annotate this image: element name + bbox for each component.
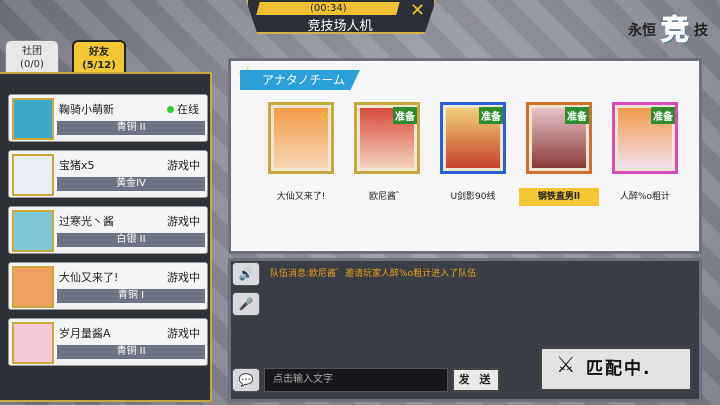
microphone-icon[interactable]: 🎤 <box>232 292 260 316</box>
crossed-swords-icon: ✕ <box>410 0 426 21</box>
online-dot-icon <box>167 106 174 113</box>
ready-badge: 准备 <box>565 107 589 124</box>
team-member-name: 钢铁直男ll <box>519 188 599 206</box>
friend-rank: 白银 II <box>57 233 205 247</box>
friend-item[interactable]: 大仙又来了! 游戏中 青铜 I <box>8 262 208 310</box>
team-title: アナタノチーム <box>240 70 360 90</box>
avatar <box>12 98 54 140</box>
friend-name: 大仙又来了! <box>59 271 119 284</box>
ready-badge: 准备 <box>479 107 503 124</box>
avatar <box>12 322 54 364</box>
friend-rank: 青铜 I <box>57 289 205 303</box>
friend-rank: 青铜 II <box>57 345 205 359</box>
avatar <box>12 210 54 252</box>
chat-bubble-icon[interactable]: 💬 <box>232 368 260 392</box>
friend-status: 游戏中 <box>167 215 200 228</box>
friend-item[interactable]: 宝猪x5 游戏中 黄金IV <box>8 150 208 198</box>
friend-rank: 黄金IV <box>57 177 205 191</box>
ready-badge: 准备 <box>393 107 417 124</box>
team-slot[interactable]: 准备 <box>526 102 592 174</box>
send-button[interactable]: 发 送 <box>452 368 500 392</box>
team-slot[interactable]: 准备 <box>354 102 420 174</box>
friend-name: 鞠骑小萌新 <box>59 103 114 116</box>
host-crown-icon: ⌂ <box>320 107 329 123</box>
page-title: 竞技场人机 <box>307 19 373 34</box>
crossed-swords-icon: ⚔ <box>556 353 576 378</box>
team-slot[interactable]: 准备 <box>612 102 678 174</box>
tab-friends[interactable]: 好友 (5/12) <box>72 40 126 74</box>
avatar <box>12 266 54 308</box>
friend-status: 游戏中 <box>167 159 200 172</box>
avatar <box>12 154 54 196</box>
team-slot[interactable]: ⌂ <box>268 102 334 174</box>
team-member-name: 人醉%o粗计 <box>619 192 671 202</box>
friend-status: 游戏中 <box>167 271 200 284</box>
friend-status: 在线 <box>167 101 199 117</box>
friend-name: 岁月量酱A <box>59 327 111 340</box>
ready-badge: 准备 <box>651 107 675 124</box>
friend-item[interactable]: 鞠骑小萌新 在线 青铜 II <box>8 94 208 142</box>
friend-status: 游戏中 <box>167 327 200 340</box>
friend-name: 过寒光丶酱 <box>59 215 114 228</box>
game-logo: 永恒 竞 技 <box>628 13 708 47</box>
match-timer: (00:34) <box>256 2 400 15</box>
tab-guild[interactable]: 社团 (0/0) <box>5 40 59 74</box>
friend-item[interactable]: 过寒光丶酱 游戏中 白银 II <box>8 206 208 254</box>
chat-message: 队伍消息:欧尼酱゛邀请玩家人醉%o粗计进入了队伍 <box>270 269 477 279</box>
team-member-name: 欧尼酱゛ <box>368 192 405 202</box>
speaker-icon[interactable]: 🔊 <box>232 262 260 286</box>
friend-name: 宝猪x5 <box>59 159 95 172</box>
team-slot[interactable]: 准备 <box>440 102 506 174</box>
chat-input[interactable]: 点击输入文字 <box>264 368 448 392</box>
team-member-name: U剑影90线 <box>450 192 496 202</box>
friend-item[interactable]: 岁月量酱A 游戏中 青铜 II <box>8 318 208 366</box>
team-member-name: 大仙又来了! <box>276 192 326 202</box>
friend-rank: 青铜 II <box>57 121 205 135</box>
